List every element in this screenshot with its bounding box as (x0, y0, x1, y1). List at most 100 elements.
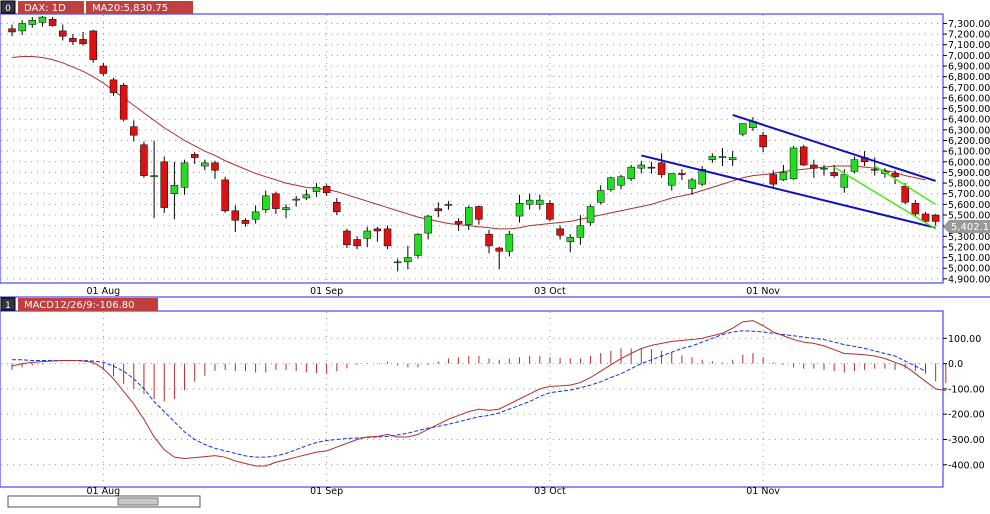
candle-body-down (485, 233, 493, 247)
price-y-tick-label: 5,900.00 (948, 168, 990, 179)
candle-body-down (353, 239, 361, 247)
candle-body-up (302, 194, 311, 199)
macd-y-tick-label: 100.00 (948, 334, 981, 345)
candle-body-down (657, 162, 666, 175)
candle-body-down (921, 213, 930, 222)
price-y-tick-label: 5,800.00 (948, 179, 990, 190)
candle (739, 123, 747, 137)
macd-panel-header: 1 MACD12/26/9:-106.80 (0, 297, 158, 311)
candle-body-down (79, 39, 87, 44)
candle-body-up (444, 204, 453, 206)
price-y-tick-label: 5,700.00 (948, 189, 990, 200)
candle-body-up (627, 166, 635, 180)
candle-body-up (525, 199, 534, 205)
candle-body-down (322, 186, 331, 193)
candle (799, 144, 808, 167)
candle-body-up (414, 233, 422, 256)
candle-body-up (404, 257, 412, 263)
candle (119, 83, 128, 122)
candle-body-down (799, 146, 808, 166)
candle-body-up (536, 199, 544, 205)
macd-x-label: 01 Sep (310, 486, 343, 497)
candle-body-down (241, 220, 250, 224)
candle-body-down (89, 30, 97, 60)
candle-body-up (292, 198, 300, 201)
candle-body-down (475, 206, 483, 220)
price-y-tick-label: 4,900.00 (948, 274, 990, 285)
price-y-tick-label: 5,500.00 (948, 211, 990, 222)
candle (607, 176, 615, 192)
candle-body-up (424, 215, 432, 234)
candle-body-up (820, 167, 828, 170)
candle (89, 29, 97, 63)
candle-body-up (708, 156, 717, 160)
candle-body-down (48, 18, 57, 26)
candle-body-up (728, 157, 737, 160)
candle-body-up (251, 211, 260, 220)
candle-body-up (180, 162, 189, 188)
macd-y-tick-label: -400.00 (948, 460, 985, 471)
price-panel-header: 0 DAX: 1D MA20:5,830.75 (0, 0, 193, 14)
horizontal-scrollbar[interactable] (7, 495, 201, 508)
candle (627, 164, 635, 181)
candle-body-down (343, 230, 351, 246)
price-x-label: 01 Aug (87, 286, 121, 297)
macd-y-axis: 100.00 0.0 -100.00 -200.00 -300.00 -400.00 (943, 334, 985, 471)
candle-body-down (190, 154, 199, 158)
candle-body-up (840, 174, 849, 188)
macd-y-tick-label: 0.0 (948, 359, 963, 370)
price-x-label: 03 Oct (534, 286, 566, 297)
candle-body-down (810, 164, 818, 169)
macd-x-axis: 01 Aug 01 Sep 03 Oct 01 Nov (87, 486, 781, 497)
price-y-tick-label: 5,100.00 (948, 253, 990, 264)
candle-body-up (607, 177, 615, 190)
candle (546, 200, 554, 222)
candle-body-down (830, 172, 838, 176)
price-y-tick-label: 6,200.00 (948, 136, 990, 147)
candle-body-down (678, 173, 686, 175)
candle-body-down (931, 214, 940, 222)
candle-body-up (566, 237, 574, 242)
candle-body-down (647, 166, 656, 169)
candle-body-up (576, 225, 585, 238)
price-x-label: 01 Sep (310, 286, 343, 297)
candle-body-up (282, 207, 290, 210)
candle-body-up (28, 20, 37, 25)
scrollbar-track[interactable] (7, 495, 201, 508)
candle-body-up (18, 23, 26, 32)
candle-body-down (495, 247, 503, 252)
candle-body-down (140, 144, 148, 176)
candle-body-down (8, 28, 16, 33)
candle-body-up (739, 123, 747, 135)
scrollbar-thumb[interactable] (117, 497, 159, 506)
price-y-tick-label: 7,300.00 (948, 19, 990, 30)
macd-x-label: 01 Nov (746, 486, 780, 497)
candle-body-down (211, 162, 219, 171)
candle-body-down (99, 65, 108, 74)
price-y-tick-label: 6,100.00 (948, 147, 990, 158)
candle-body-up (465, 207, 473, 225)
candle-body-up (505, 233, 514, 252)
price-x-axis: 01 Aug 01 Sep 03 Oct 01 Nov (87, 286, 781, 297)
panel-index-label: 0 (5, 4, 11, 14)
symbol-label: DAX: 1D (24, 3, 66, 14)
candle-body-up (38, 16, 47, 23)
price-y-tick-label: 6,600.00 (948, 93, 990, 104)
price-y-tick-label: 5,300.00 (948, 232, 990, 243)
candle-body-down (759, 134, 767, 148)
candle-body-up (262, 195, 270, 210)
price-y-tick-label: 7,000.00 (948, 51, 990, 62)
price-y-tick-label: 5,000.00 (948, 264, 990, 275)
chart-canvas: 7,300.007,200.007,100.007,000.006,900.00… (0, 0, 990, 508)
candle-body-up (201, 162, 209, 167)
candle-body-down (272, 193, 280, 209)
price-y-tick-label: 6,400.00 (948, 115, 990, 126)
macd-x-label: 01 Aug (87, 486, 121, 497)
candle (586, 204, 595, 226)
candle-body-down (59, 30, 67, 37)
candle-body-down (434, 208, 443, 212)
candle-body-down (454, 221, 463, 224)
price-x-label: 01 Nov (746, 286, 780, 297)
candle-body-down (109, 79, 118, 93)
panel-index-label: 1 (5, 301, 11, 311)
